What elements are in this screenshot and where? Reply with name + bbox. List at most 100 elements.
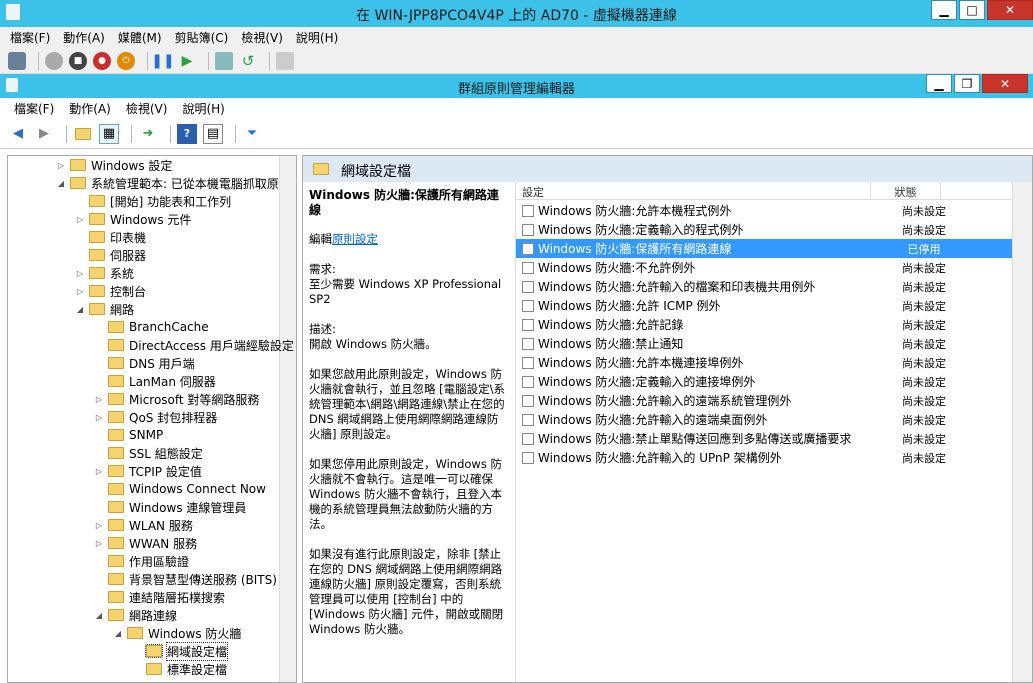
tree-node[interactable]: ▷ Microsoft 對等網路服務 xyxy=(94,390,260,408)
tree-node[interactable]: BranchCache xyxy=(94,318,209,336)
forward-arrow-icon[interactable]: ▶ xyxy=(34,124,54,144)
export-list-icon[interactable]: ➜ xyxy=(138,124,158,144)
tree-node[interactable]: ▷ TCPIP 設定值 xyxy=(94,462,202,480)
list-item[interactable]: Windows 防火牆:允許 ICMP 例外 尚未設定 xyxy=(516,296,1015,315)
turn-off-icon[interactable]: ■ xyxy=(69,51,87,70)
tree-node[interactable]: ▷ Windows 設定 xyxy=(56,156,172,174)
expand-icon[interactable]: ▷ xyxy=(75,215,85,224)
gpe-minimize-button[interactable]: ▁ xyxy=(926,74,952,93)
tree-node[interactable]: 標準設定檔 xyxy=(132,660,227,678)
list-item[interactable]: Windows 防火牆:禁止通知 尚未設定 xyxy=(516,334,1015,353)
tree-node[interactable]: DirectAccess 用戶端經驗設定 xyxy=(94,336,294,354)
shutdown-icon[interactable]: ● xyxy=(93,51,111,70)
power-icon[interactable]: ⏻ xyxy=(117,51,135,70)
tree-node[interactable]: ▷ Windows 元件 xyxy=(75,210,191,228)
tree-node[interactable]: LanMan 伺服器 xyxy=(94,372,216,390)
gpe-menu-item[interactable]: 檢視(V) xyxy=(126,100,168,117)
expand-icon[interactable]: ▷ xyxy=(94,467,104,476)
tree-node[interactable]: 伺服器 xyxy=(75,246,146,264)
list-item[interactable]: Windows 防火牆:保護所有網路連線 已停用 xyxy=(516,239,1015,258)
properties-icon[interactable]: ▤ xyxy=(203,123,223,144)
tree-node[interactable]: ◢ 網路 xyxy=(75,300,134,318)
tree-node[interactable]: DNS 用戶端 xyxy=(94,354,195,372)
help-icon[interactable]: ? xyxy=(177,123,197,144)
tree-node[interactable]: SSL 組態設定 xyxy=(94,444,203,462)
tree-node-label: LanMan 伺服器 xyxy=(129,374,216,389)
list-item[interactable]: Windows 防火牆:不允許例外 尚未設定 xyxy=(516,258,1015,277)
list-item[interactable]: Windows 防火牆:允許輸入的遠端桌面例外 尚未設定 xyxy=(516,410,1015,429)
tree-node[interactable]: SNMP xyxy=(94,426,163,444)
list-item[interactable]: Windows 防火牆:允許記錄 尚未設定 xyxy=(516,315,1015,334)
tree-node[interactable]: ◢ Windows 防火牆 xyxy=(113,624,241,642)
tree-node[interactable]: ◢ 網路連線 xyxy=(94,606,177,624)
tree-node[interactable]: 背景智慧型傳送服務 (BITS) xyxy=(94,570,277,588)
tree-node[interactable]: ▷ QoS 封包排程器 xyxy=(94,408,217,426)
expand-icon[interactable]: ◢ xyxy=(75,305,85,314)
gpe-close-button[interactable]: ✕ xyxy=(982,74,1028,93)
tree-node[interactable]: 網域設定檔 xyxy=(132,641,229,661)
vm-menu-item[interactable]: 檔案(F) xyxy=(10,29,50,46)
expand-icon[interactable]: ▷ xyxy=(75,269,85,278)
tree-node[interactable]: 印表機 xyxy=(75,228,146,246)
tree-node[interactable]: ▷ WWAN 服務 xyxy=(94,534,197,552)
expand-icon[interactable]: ◢ xyxy=(56,179,66,188)
revert-icon[interactable]: ↺ xyxy=(239,52,257,70)
pause-icon[interactable]: ❚❚ xyxy=(151,52,174,70)
start-icon[interactable] xyxy=(45,51,63,70)
tree-scrollbar[interactable] xyxy=(279,156,296,682)
expand-icon[interactable]: ▷ xyxy=(94,395,104,404)
gpe-restore-button[interactable]: ❐ xyxy=(954,74,980,93)
expand-icon[interactable]: ▷ xyxy=(94,413,104,422)
tree-node[interactable]: ▷ WLAN 服務 xyxy=(94,516,193,534)
list-item[interactable]: Windows 防火牆:定義輸入的程式例外 尚未設定 xyxy=(516,220,1015,239)
list-item[interactable]: Windows 防火牆:允許輸入的檔案和印表機共用例外 尚未設定 xyxy=(516,277,1015,296)
show-hide-tree-icon[interactable]: ▦ xyxy=(99,123,119,144)
list-item[interactable]: Windows 防火牆:允許輸入的 UPnP 架構例外 尚未設定 xyxy=(516,448,1015,467)
minimize-button[interactable]: ▁ xyxy=(931,0,957,20)
back-arrow-icon[interactable]: ◀ xyxy=(8,124,28,144)
close-button[interactable]: ✕ xyxy=(987,0,1033,20)
edit-policy-link[interactable]: 原則設定 xyxy=(332,232,378,246)
details-scrollbar[interactable] xyxy=(1012,182,1032,682)
expand-icon[interactable]: ▷ xyxy=(94,539,104,548)
tree-node[interactable]: Windows Connect Now xyxy=(94,480,266,498)
list-item[interactable]: Windows 防火牆:允許本機程式例外 尚未設定 xyxy=(516,201,1015,220)
tree-node[interactable]: Windows 連線管理員 xyxy=(94,498,246,516)
list-item[interactable]: Windows 防火牆:禁止單點傳送回應到多點傳送或廣播要求 尚未設定 xyxy=(516,429,1015,448)
tree-node-label: Windows 元件 xyxy=(110,212,192,227)
tree-node[interactable]: ◢ 系統管理範本: 已從本機電腦抓取原 xyxy=(56,174,279,192)
vm-menu-item[interactable]: 說明(H) xyxy=(296,29,338,46)
tree-node[interactable]: [開始] 功能表和工作列 xyxy=(75,192,231,210)
gpe-menu-item[interactable]: 說明(H) xyxy=(182,100,224,117)
vm-menu-item[interactable]: 動作(A) xyxy=(63,29,105,46)
column-state[interactable]: 狀態 xyxy=(871,182,941,199)
enhanced-session-icon[interactable] xyxy=(276,51,294,70)
expand-icon[interactable]: ◢ xyxy=(113,629,123,638)
vm-menu-item[interactable]: 檢視(V) xyxy=(241,29,283,46)
gpe-menu-item[interactable]: 檔案(F) xyxy=(14,100,54,117)
tree-node[interactable]: ▷ 系統 xyxy=(75,264,134,282)
navigation-tree[interactable]: ▷ Windows 設定 ◢ 系統管理範本: 已從本機電腦抓取原 [開始] 功能表和工作… xyxy=(7,155,297,683)
ctrl-alt-del-icon[interactable] xyxy=(8,51,26,70)
vm-menu-item[interactable]: 媒體(M) xyxy=(118,29,162,46)
up-folder-icon[interactable] xyxy=(73,124,93,144)
expand-icon[interactable]: ▷ xyxy=(75,287,85,296)
tree-node[interactable]: ▷ 控制台 xyxy=(75,282,146,300)
tree-node[interactable]: 作用區驗證 xyxy=(94,552,189,570)
expand-icon[interactable]: ▷ xyxy=(56,161,66,170)
resume-icon[interactable]: ▶ xyxy=(178,52,196,70)
expand-icon[interactable]: ◢ xyxy=(94,611,104,620)
list-item[interactable]: Windows 防火牆:允許本機連接埠例外 尚未設定 xyxy=(516,353,1015,372)
setting-name: Windows 防火牆:允許輸入的遠端系統管理例外 xyxy=(538,394,792,408)
maximize-button[interactable]: □ xyxy=(959,0,985,20)
tree-node[interactable]: 連結階層拓樸搜索 xyxy=(94,588,225,606)
list-item[interactable]: Windows 防火牆:定義輸入的連接埠例外 尚未設定 xyxy=(516,372,1015,391)
expand-icon[interactable]: ▷ xyxy=(94,521,104,530)
gpe-menu-item[interactable]: 動作(A) xyxy=(69,100,111,117)
vm-menu-item[interactable]: 剪貼簿(C) xyxy=(175,29,229,46)
column-setting[interactable]: 設定 xyxy=(516,182,871,199)
policy-setting-icon xyxy=(522,204,534,217)
list-item[interactable]: Windows 防火牆:允許輸入的遠端系統管理例外 尚未設定 xyxy=(516,391,1015,410)
checkpoint-icon[interactable] xyxy=(215,51,233,70)
filter-icon[interactable]: ⏷ xyxy=(242,124,262,144)
